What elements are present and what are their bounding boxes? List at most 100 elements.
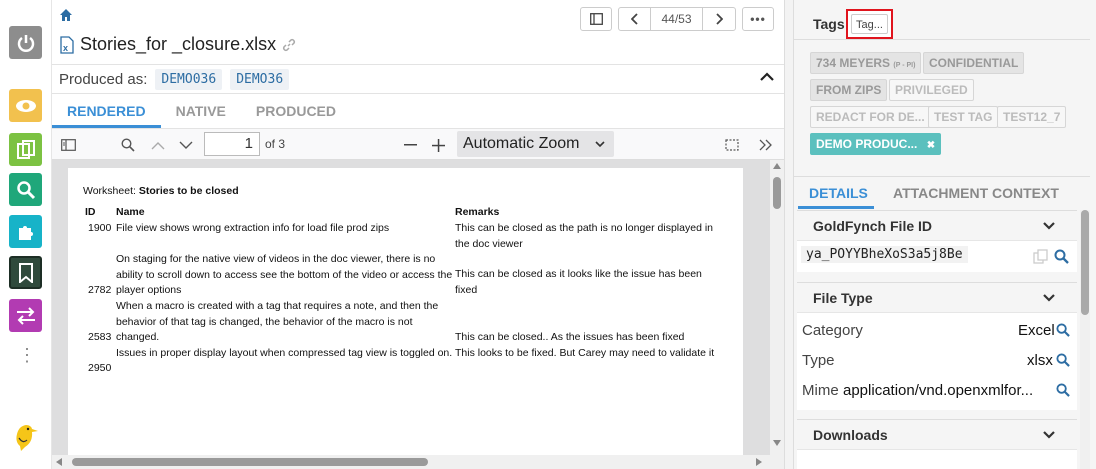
mime-value: application/vnd.openxmlfor... (843, 382, 1034, 399)
active-tab-indicator (798, 206, 874, 209)
remove-tag-icon[interactable]: ✖ (927, 140, 935, 151)
home-icon[interactable] (60, 9, 72, 21)
tag-list: 734 MEYERS (P - PI) CONFIDENTIAL FROM ZI… (794, 39, 1090, 161)
header-remarks: Remarks (455, 206, 500, 218)
section-title: Downloads (813, 427, 888, 443)
tag-chip[interactable]: REDACT FOR DE... (810, 106, 931, 128)
search-icon[interactable] (1054, 249, 1069, 264)
scroll-up-arrow-icon[interactable] (773, 163, 781, 169)
section-header[interactable]: File Type (797, 283, 1077, 313)
zoom-out-button[interactable] (402, 129, 418, 161)
goldfynch-logo (16, 425, 38, 451)
app-sidebar: ⋮ (0, 0, 52, 469)
page-count: of 3 (265, 137, 286, 151)
fullscreen-icon (725, 139, 739, 151)
section-title: GoldFynch File ID (813, 218, 933, 234)
tag-chip[interactable]: FROM ZIPS (810, 79, 888, 101)
scroll-down-arrow-icon[interactable] (773, 440, 781, 446)
vertical-scrollbar[interactable] (770, 160, 784, 455)
collapse-caret-icon[interactable] (760, 72, 774, 82)
section-header[interactable]: Downloads (797, 420, 1077, 450)
search-nav-button[interactable] (9, 173, 42, 206)
pdf-page: Worksheet: Stories to be closed ID Name … (68, 168, 743, 468)
more-vertical-icon[interactable]: ⋮ (18, 346, 36, 364)
row-id: 2583 (88, 331, 112, 343)
tags-title: Tags (813, 16, 845, 32)
zoom-in-button[interactable] (430, 129, 446, 161)
chevron-up-icon (151, 141, 165, 149)
panel-scrollbar[interactable] (1080, 210, 1090, 469)
more-options-button[interactable]: ••• (742, 7, 774, 31)
details-panel: Tags Tag... 734 MEYERS (P - PI) CONFIDEN… (794, 0, 1096, 469)
tab-attachment-context[interactable]: ATTACHMENT CONTEXT (893, 185, 1059, 201)
category-value: Excel (1018, 322, 1055, 339)
worksheet-heading: Worksheet: Stories to be closed (83, 185, 239, 197)
sidebar-toggle-button[interactable] (58, 129, 78, 161)
tag-chip[interactable]: CONFIDENTIAL (923, 52, 1025, 74)
integrations-button[interactable] (9, 215, 42, 248)
bookmarks-button[interactable] (9, 256, 42, 289)
minus-icon (403, 144, 417, 146)
type-value: xlsx (1027, 352, 1053, 369)
zoom-select[interactable]: Automatic Zoom (457, 131, 614, 157)
toggle-panel-button[interactable] (580, 7, 612, 31)
produced-id-chip[interactable]: DEMO36 (230, 68, 290, 90)
scroll-right-arrow-icon[interactable] (756, 458, 762, 466)
tag-chip[interactable]: TEST12_7 (997, 106, 1067, 128)
scrollbar-thumb[interactable] (72, 458, 428, 466)
previous-page-button[interactable] (148, 129, 168, 161)
chevron-down-icon (179, 141, 193, 149)
scroll-left-arrow-icon[interactable] (56, 458, 62, 466)
panel-splitter[interactable] (784, 0, 794, 469)
worksheet-label: Worksheet: (83, 185, 136, 197)
scrollbar-thumb[interactable] (773, 177, 781, 209)
link-icon[interactable] (282, 38, 296, 52)
chevron-down-icon (595, 141, 605, 148)
document-counter: 44/53 (651, 8, 703, 30)
double-chevron-right-icon (759, 139, 772, 151)
tools-button[interactable] (758, 129, 774, 161)
row-remarks: This can be closed as it looks like the … (455, 268, 702, 296)
pdf-toolbar: 1 of 3 Automatic Zoom (52, 128, 784, 160)
review-button[interactable] (9, 89, 42, 122)
row-id: 2782 (88, 284, 112, 296)
row-name: On staging for the native view of videos… (116, 253, 453, 297)
section-title: File Type (813, 290, 873, 306)
tab-native[interactable]: NATIVE (161, 96, 241, 128)
downloads-section: Downloads (797, 419, 1077, 469)
transfer-button[interactable] (9, 299, 42, 332)
plus-icon (431, 138, 445, 152)
horizontal-scrollbar[interactable] (52, 455, 784, 469)
tab-produced[interactable]: PRODUCED (241, 96, 351, 128)
tag-chip-active[interactable]: DEMO PRODUC... ✖ (810, 133, 942, 155)
add-tag-input[interactable]: Tag... (851, 14, 888, 34)
scrollbar-thumb[interactable] (1081, 210, 1089, 315)
zoom-value: Automatic Zoom (463, 135, 580, 152)
bookmark-icon (18, 262, 33, 283)
section-header[interactable]: GoldFynch File ID (797, 211, 1077, 241)
search-icon[interactable] (1056, 383, 1070, 397)
sidebar-toggle-icon (60, 139, 76, 151)
presentation-mode-button[interactable] (724, 129, 740, 161)
search-icon[interactable] (1056, 353, 1070, 367)
tab-rendered[interactable]: RENDERED (52, 96, 161, 128)
row-name: Issues in proper display layout when com… (116, 347, 453, 359)
chevron-down-icon (1043, 222, 1055, 230)
ellipsis-icon: ••• (750, 12, 766, 26)
tag-chip[interactable]: TEST TAG (928, 106, 999, 128)
tab-details[interactable]: DETAILS (809, 185, 868, 201)
copy-icon[interactable] (1033, 249, 1048, 264)
page-number-input[interactable]: 1 (204, 132, 260, 156)
find-button[interactable] (118, 129, 138, 161)
next-page-button[interactable] (176, 129, 196, 161)
type-label: Type (802, 352, 835, 369)
search-icon[interactable] (1056, 323, 1070, 337)
tag-chip[interactable]: PRIVILEGED (889, 79, 974, 101)
produced-id-chip[interactable]: DEMO036 (155, 68, 223, 90)
view-tabs: RENDERED NATIVE PRODUCED (52, 96, 351, 128)
tag-chip[interactable]: 734 MEYERS (P - PI) (810, 52, 922, 74)
previous-document-button[interactable] (619, 8, 651, 30)
documents-button[interactable] (9, 133, 42, 166)
power-button[interactable] (9, 26, 42, 59)
next-document-button[interactable] (703, 8, 735, 30)
